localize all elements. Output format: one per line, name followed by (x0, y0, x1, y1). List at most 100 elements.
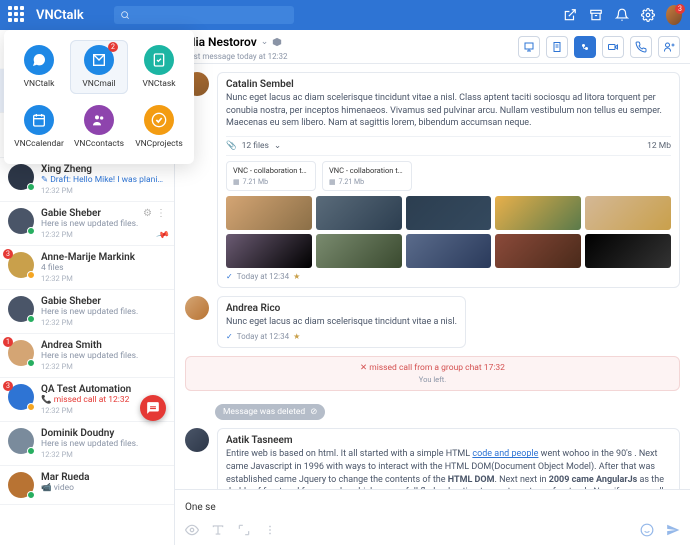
avatar: 1 (8, 340, 34, 366)
conversation-name: Dominik Doudny (41, 428, 166, 439)
message-input[interactable] (185, 502, 680, 513)
app-switcher-popup: VNCtalk VNCmail 2 VNCtask VNCcalendar VN… (4, 30, 194, 164)
image-thumbnail[interactable] (406, 196, 492, 230)
video-call-button[interactable] (602, 36, 624, 58)
external-icon[interactable] (562, 7, 578, 23)
conversation-name: Andrea Smith (41, 340, 166, 351)
conversation-name: Anne-Marije Markink (41, 252, 166, 263)
app-tile-label: VNCtalk (24, 79, 55, 89)
image-thumbnail[interactable] (585, 234, 671, 268)
conversation-preview: Here is new updated files. (41, 439, 166, 449)
pdf-icon: ▦ (329, 178, 336, 186)
chat-title: Mia Nestorov (185, 35, 257, 49)
format-icon[interactable] (211, 523, 225, 537)
conversation-name: Gabie Sheber (41, 296, 166, 307)
contacts-icon (84, 105, 114, 135)
link[interactable]: code and people (472, 449, 538, 459)
avatar (8, 428, 34, 454)
file-attachment[interactable]: VNC - collaboration tool.pdf▦ 7.21 Mb (226, 161, 316, 191)
add-user-button[interactable] (658, 36, 680, 58)
conversation-item[interactable]: Dominik Doudny Here is new updated files… (0, 422, 174, 466)
conversation-preview: 📹 video (41, 483, 166, 493)
file-attachment[interactable]: VNC - collaboration tool.pdf▦ 7.21 Mb (322, 161, 412, 191)
app-tile-label: VNCcalendar (14, 139, 64, 149)
image-thumbnail[interactable] (226, 234, 312, 268)
conversation-time: 12:32 PM (41, 230, 141, 239)
app-tile-vnctalk[interactable]: VNCtalk (10, 40, 68, 94)
avatar (8, 472, 34, 498)
bell-icon[interactable] (614, 7, 630, 23)
chevron-down-icon[interactable]: ⌄ (274, 141, 281, 151)
image-thumbnail[interactable] (316, 234, 402, 268)
user-avatar[interactable]: 3 (666, 7, 682, 23)
send-button[interactable] (666, 523, 680, 537)
brand-label: VNCtalk (36, 8, 84, 23)
whiteboard-button[interactable] (518, 36, 540, 58)
conversation-item[interactable]: 1 Andrea Smith Here is new updated files… (0, 334, 174, 378)
conversation-time: 12:32 PM (41, 318, 166, 327)
expand-icon[interactable] (237, 523, 251, 537)
apps-grid-button[interactable] (8, 6, 26, 24)
conversation-item[interactable]: Gabie Sheber Here is new updated files. … (0, 290, 174, 334)
emoji-icon[interactable] (640, 523, 654, 537)
app-tile-vncprojects[interactable]: VNCprojects (130, 100, 188, 154)
conversation-item[interactable]: Gabie Sheber Here is new updated files. … (0, 202, 174, 246)
message-author: Catalin Sembel (226, 79, 671, 90)
app-tile-vncmail[interactable]: VNCmail 2 (70, 40, 128, 94)
document-button[interactable] (546, 36, 568, 58)
chevron-down-icon[interactable]: ⌄ (261, 37, 269, 47)
message-text: Entire web is based on html. It all star… (226, 448, 671, 489)
conversation-item[interactable]: Xing Zheng ✎ Draft: Hello Mike! I was pl… (0, 158, 174, 202)
block-icon: ⊘ (310, 407, 317, 417)
message-text: Nunc eget lacus ac diam scelerisque tinc… (226, 316, 457, 329)
search-input[interactable] (114, 6, 294, 24)
check-icon: ✓ (226, 332, 233, 341)
conversation-name: Mar Rueda (41, 472, 166, 483)
image-thumbnail[interactable] (406, 234, 492, 268)
archive-icon[interactable] (588, 7, 604, 23)
app-tile-label: VNCprojects (135, 139, 183, 149)
image-thumbnail[interactable] (495, 196, 581, 230)
attachment-icon: 📎 (226, 141, 237, 151)
new-chat-fab[interactable] (140, 395, 166, 421)
image-thumbnail[interactable] (226, 196, 312, 230)
files-total-size: 12 Mb (647, 141, 671, 151)
avatar (8, 296, 34, 322)
gear-icon[interactable]: ⚙ (143, 208, 153, 218)
deleted-message: Message was deleted ⊘ (215, 404, 325, 420)
conversation-time: 12:32 PM (41, 274, 166, 283)
image-thumbnail[interactable] (316, 196, 402, 230)
gear-icon[interactable] (640, 7, 656, 23)
conversation-item[interactable]: 3 Anne-Marije Markink 4 files 12:32 PM (0, 246, 174, 290)
call-button[interactable] (630, 36, 652, 58)
conversation-name: Xing Zheng (41, 164, 166, 175)
pin-icon: 📌 (155, 229, 170, 243)
app-tile-vnccontacts[interactable]: VNCcontacts (70, 100, 128, 154)
search-icon (120, 10, 130, 20)
conversation-preview: 4 files (41, 263, 166, 273)
check-icon (144, 105, 174, 135)
conversation-preview: Here is new updated files. (41, 307, 166, 317)
conversation-name: Gabie Sheber (41, 208, 141, 219)
conversation-time: 12:32 PM (41, 362, 166, 371)
message-author: Andrea Rico (226, 303, 457, 314)
avatar (185, 296, 209, 320)
image-thumbnail[interactable] (585, 196, 671, 230)
app-tile-vnctask[interactable]: VNCtask (130, 40, 188, 94)
message-text: Nunc eget lacus ac diam scelerisque tinc… (226, 92, 671, 130)
preview-button[interactable] (574, 36, 596, 58)
more-icon[interactable]: ⋮ (156, 208, 166, 218)
app-tile-label: VNCmail (82, 79, 115, 89)
conversation-item[interactable]: Mar Rueda 📹 video (0, 466, 174, 505)
files-count[interactable]: 12 files (242, 141, 269, 151)
app-tile-vnccalendar[interactable]: VNCcalendar (10, 100, 68, 154)
archive-badge-icon (272, 32, 282, 51)
avatar (8, 164, 34, 190)
more-icon[interactable] (263, 523, 277, 537)
app-tile-label: VNCtask (142, 79, 175, 89)
star-icon[interactable]: ★ (293, 272, 300, 281)
image-thumbnail[interactable] (495, 234, 581, 268)
pdf-icon: ▦ (233, 178, 240, 186)
star-icon[interactable]: ★ (293, 332, 300, 341)
eye-icon[interactable] (185, 523, 199, 537)
